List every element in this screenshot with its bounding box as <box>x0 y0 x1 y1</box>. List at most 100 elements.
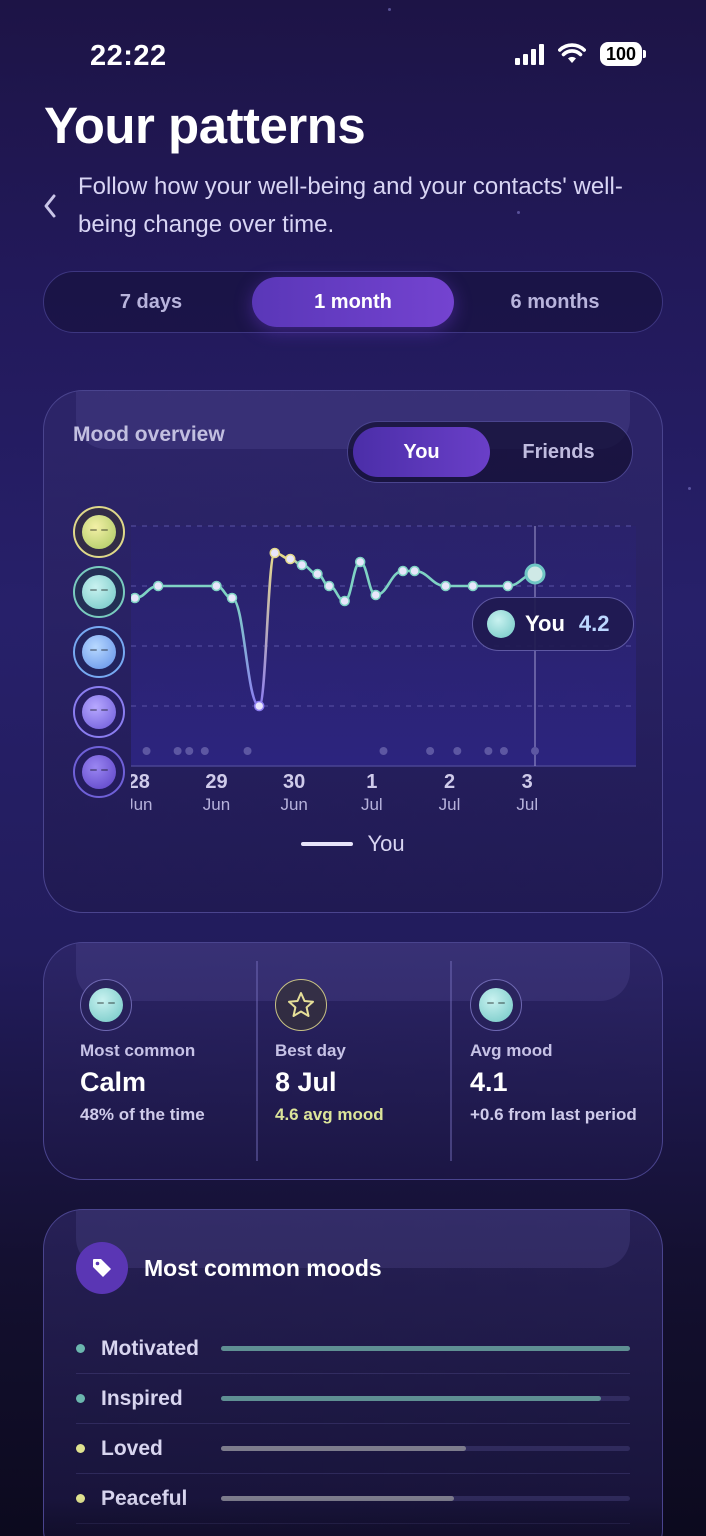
x-tick-month: Jun <box>280 795 307 814</box>
data-point <box>323 580 335 592</box>
tag-icon <box>76 1242 128 1294</box>
stat-value: 4.1 <box>470 1067 508 1097</box>
common-moods-header: Most common moods <box>76 1242 382 1294</box>
x-tick-month: Jun <box>203 795 230 814</box>
day-marker <box>173 747 182 755</box>
mood-dot <box>76 1494 85 1503</box>
stat-value: Calm <box>80 1067 147 1097</box>
common-moods-card: Most common moods Motivated Inspired Loved… <box>43 1209 663 1536</box>
star-shape <box>288 992 314 1017</box>
range-tab-1-month[interactable]: 1 month <box>252 277 454 327</box>
day-marker <box>453 747 462 755</box>
stats-card: Most common Calm 48% of the time Best da… <box>43 942 663 1180</box>
mood-row[interactable]: Loved <box>76 1424 630 1474</box>
data-point <box>397 565 409 577</box>
legend-swatch <box>301 842 354 846</box>
x-tick-day: 1 <box>366 771 377 793</box>
data-point <box>211 580 222 592</box>
chart-legend: You <box>44 831 662 857</box>
toggle-you[interactable]: You <box>353 427 490 477</box>
data-point <box>152 580 164 592</box>
x-tick-month: Jun <box>131 795 152 814</box>
stat-label: Best day <box>275 1041 346 1060</box>
tag-shape <box>93 1259 111 1277</box>
day-marker <box>200 747 209 755</box>
data-point <box>285 553 296 565</box>
x-tick-day: 2 <box>444 771 455 793</box>
mood-dot <box>76 1444 85 1453</box>
data-point <box>312 568 323 580</box>
common-moods-title: Most common moods <box>144 1254 382 1281</box>
day-marker <box>484 747 493 755</box>
stat-divider <box>450 961 452 1161</box>
mood-bar-track <box>221 1446 630 1451</box>
stat-most-common: Most common Calm 48% of the time <box>80 979 250 1125</box>
data-point <box>131 592 141 604</box>
battery-icon: 100 <box>599 42 646 66</box>
background-star <box>388 8 391 11</box>
mood-row[interactable]: Peaceful <box>76 1474 630 1524</box>
background-star <box>688 487 691 490</box>
mood-level-3-face-icon <box>73 626 125 678</box>
mood-bar-fill <box>221 1396 602 1401</box>
mood-line-chart: 28 Jun 29 Jun 30 Jun 1 Jul 2 Jul 3 Jul <box>131 525 636 814</box>
mood-overview-card: Mood overview You Friends 28 Jun 29 Jun 30 Ju… <box>43 390 663 913</box>
page-subtitle: Follow how your well-being and your cont… <box>78 173 623 238</box>
day-marker <box>142 747 151 755</box>
you-friends-toggle: You Friends <box>347 421 633 483</box>
data-point <box>339 595 350 607</box>
legend-label: You <box>367 831 405 856</box>
data-point <box>296 559 308 571</box>
data-point <box>467 580 479 592</box>
data-point <box>269 547 280 559</box>
mood-name: Loved <box>101 1436 163 1460</box>
mood-bar-fill <box>221 1446 467 1451</box>
day-marker <box>426 747 435 755</box>
mood-name: Inspired <box>101 1386 183 1410</box>
x-tick-day: 28 <box>131 771 150 793</box>
data-point <box>226 592 238 604</box>
range-tab-6-months[interactable]: 6 months <box>454 277 656 327</box>
mood-level-5-face-icon <box>73 506 125 558</box>
mood-name: Peaceful <box>101 1486 188 1510</box>
mood-name: Motivated <box>101 1336 200 1360</box>
stat-label: Most common <box>80 1041 196 1060</box>
mood-dot <box>76 1394 85 1403</box>
day-marker <box>243 747 252 755</box>
mood-bar-fill <box>221 1496 455 1501</box>
page-title: Your patterns <box>44 97 366 154</box>
status-time: 22:22 <box>90 40 167 72</box>
mood-bar-track <box>221 1396 630 1401</box>
range-tab-7-days[interactable]: 7 days <box>50 277 252 327</box>
x-tick-month: Jul <box>361 795 383 814</box>
day-marker <box>499 747 508 755</box>
chart-tooltip: You 4.2 <box>472 597 634 651</box>
battery-level: 100 <box>599 42 642 66</box>
stat-sub: 4.6 avg mood <box>275 1105 384 1124</box>
mood-level-2-face-icon <box>73 686 125 738</box>
data-point <box>440 580 451 592</box>
time-range-selector: 7 days 1 month 6 months <box>43 271 663 333</box>
x-tick-day: 30 <box>283 771 305 793</box>
cellular-signal-icon <box>514 43 544 65</box>
chevron-left-icon <box>44 194 56 218</box>
data-point <box>502 580 514 592</box>
mood-row[interactable]: Motivated <box>76 1324 630 1374</box>
mood-row[interactable]: Inspired <box>76 1374 630 1424</box>
calm-face-icon <box>470 979 522 1031</box>
wifi-icon <box>557 43 586 63</box>
day-marker <box>531 747 539 755</box>
x-tick-day: 3 <box>522 771 533 793</box>
mood-overview-title: Mood overview <box>73 423 225 446</box>
selected-data-point <box>524 563 546 585</box>
calm-face-icon <box>80 979 132 1031</box>
toggle-friends[interactable]: Friends <box>490 427 627 477</box>
star-icon <box>275 979 327 1031</box>
stat-value: 8 Jul <box>275 1067 337 1097</box>
data-point <box>409 565 420 577</box>
tooltip-value: 4.2 <box>578 611 610 636</box>
status-icons: 100 <box>514 42 646 66</box>
mood-level-1-face-icon <box>73 746 125 798</box>
stat-divider <box>256 961 258 1161</box>
back-button[interactable] <box>36 186 64 226</box>
